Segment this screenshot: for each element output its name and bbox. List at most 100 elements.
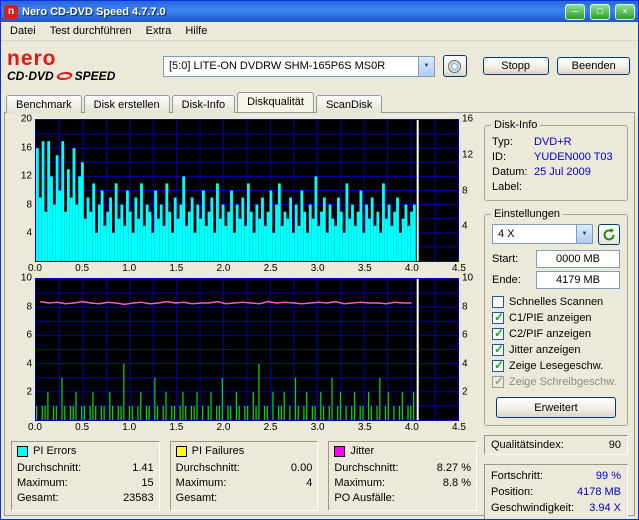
- side-panel: Disk-Info Typ: DVD+R ID: YUDEN000 T03 Datu…: [484, 119, 630, 519]
- maximize-button[interactable]: □: [589, 3, 610, 20]
- refresh-button[interactable]: [598, 224, 620, 245]
- checkbox-jitter[interactable]: Jitter anzeigen: [492, 342, 620, 357]
- header-toolbar: nero CD·DVD SPEED [5:0] LITE-ON DVDRW SH…: [1, 41, 638, 91]
- progress-value: 99 %: [595, 470, 621, 482]
- nero-app-icon: n: [4, 4, 18, 19]
- stat-value: 15: [141, 477, 154, 489]
- pi-failures-swatch-icon: [175, 446, 187, 457]
- stop-button[interactable]: Stopp: [482, 57, 549, 75]
- checkbox-icon: [492, 342, 504, 356]
- axis-tick: 4.5: [452, 422, 466, 433]
- axis-tick: 16: [20, 142, 32, 154]
- start-field[interactable]: 0000 MB: [536, 250, 620, 268]
- stat-label: Gesamt:: [175, 492, 218, 504]
- axis-tick: 0.0: [28, 422, 42, 433]
- start-label: Start:: [492, 253, 519, 265]
- refresh-icon: [603, 227, 615, 240]
- menu-item-hilfe[interactable]: Hilfe: [178, 23, 214, 39]
- checkbox-fast-scan[interactable]: Schnelles Scannen: [492, 295, 620, 309]
- jitter-swatch-icon: [334, 446, 346, 457]
- quit-button[interactable]: Beenden: [556, 57, 630, 75]
- quality-index-value: 90: [608, 439, 621, 451]
- axis-tick: 6: [26, 329, 32, 341]
- disk-date-value: 25 Jul 2009: [534, 166, 591, 178]
- settings-group: Einstellungen 4 X ▼ Start: 0000 MB Ende:…: [484, 208, 628, 426]
- menu-item-datei[interactable]: Datei: [3, 23, 43, 39]
- axis-tick: 8: [462, 185, 468, 196]
- axis-tick: 12: [20, 170, 32, 182]
- disc-icon: [448, 59, 462, 73]
- axis-tick: 2.5: [263, 263, 278, 274]
- axis-tick: 3.5: [357, 263, 372, 274]
- tab-benchmark[interactable]: Benchmark: [6, 95, 82, 113]
- drive-select[interactable]: [5:0] LITE-ON DVDRW SHM-165P6S MS0R ▼: [163, 55, 435, 77]
- close-button[interactable]: ×: [615, 3, 635, 20]
- axis-tick: 2: [26, 386, 32, 398]
- disk-info-group: Disk-Info Typ: DVD+R ID: YUDEN000 T03 Datu…: [484, 119, 628, 201]
- tab-disk-info[interactable]: Disk-Info: [171, 95, 236, 113]
- pif-jitter-chart: [36, 279, 458, 420]
- pi-errors-x-axis: 0.0 0.5 1.0 1.5 2.0 2.5 3.0 3.5 4.0 4.5: [28, 262, 466, 276]
- axis-tick: 8: [26, 301, 32, 313]
- chevron-down-icon[interactable]: ▼: [576, 225, 592, 243]
- checkbox-c1-pie[interactable]: C1/PIE anzeigen: [492, 310, 620, 325]
- checkbox-show-read-speed[interactable]: Zeige Lesegeschw.: [492, 358, 620, 373]
- progress-label: Fortschritt:: [491, 470, 543, 482]
- axis-tick: 4.0: [404, 263, 419, 274]
- titlebar: n Nero CD-DVD Speed 4.7.7.0 ─ □ ×: [1, 1, 638, 22]
- pi-errors-chart-block: 20 16 12 8 4 16 12 8 4 0.0 0.5 1.0 1.5 2.0 2.5 3.0 3.5…: [9, 114, 479, 276]
- advanced-button[interactable]: Erweitert: [495, 397, 617, 418]
- stat-title: PI Errors: [33, 445, 77, 457]
- pif-x-axis: 0.0 0.5 1.0 1.5 2.0 2.5 3.0 3.5 4.0 4.5: [28, 421, 466, 435]
- quality-index-label: Qualitätsindex:: [491, 439, 564, 451]
- pi-failures-stats-box: PI Failures Durchschnitt: 0.00 Maximum: 4 …: [169, 441, 319, 511]
- settings-title: Einstellungen: [491, 208, 564, 220]
- axis-tick: 6: [462, 329, 468, 341]
- axis-tick: 4.0: [404, 422, 419, 433]
- axis-tick: 12: [462, 149, 474, 161]
- menu-item-extra[interactable]: Extra: [139, 23, 179, 39]
- product-wordmark: CD·DVD SPEED: [7, 69, 155, 83]
- axis-tick: 2: [462, 386, 468, 398]
- axis-tick: 3.0: [310, 422, 325, 433]
- tab-disk-erstellen[interactable]: Disk erstellen: [83, 95, 170, 113]
- axis-tick: 10: [20, 272, 32, 284]
- tab-scandisk[interactable]: ScanDisk: [315, 95, 383, 113]
- stat-label: Durchschnitt:: [175, 462, 240, 474]
- stat-label: Gesamt:: [17, 492, 59, 504]
- checkbox-icon: [492, 310, 504, 324]
- stat-label: Durchschnitt:: [334, 462, 399, 474]
- tab-diskqualitaet[interactable]: Diskqualität: [237, 92, 314, 112]
- menu-bar: Datei Test durchführen Extra Hilfe: [1, 22, 638, 41]
- end-field[interactable]: 4179 MB: [536, 271, 620, 289]
- checkbox-c2-pif[interactable]: C2/PIF anzeigen: [492, 326, 620, 341]
- stat-label: Maximum:: [175, 477, 227, 489]
- speed-select-value: 4 X: [498, 228, 515, 240]
- menu-item-test-durchfuehren[interactable]: Test durchführen: [43, 23, 139, 39]
- pi-errors-stats-box: PI Errors Durchschnitt: 1.41 Maximum: 15 G…: [11, 441, 160, 511]
- nero-wordmark: nero: [7, 47, 57, 70]
- axis-tick: 3.0: [310, 263, 325, 274]
- axis-tick: 1.0: [122, 263, 137, 274]
- minimize-button[interactable]: ─: [564, 3, 585, 20]
- checkbox-icon: [492, 358, 504, 372]
- disk-id-value: YUDEN000 T03: [534, 151, 613, 163]
- axis-tick: 0.5: [75, 263, 90, 274]
- pif-jitter-chart-block: 10 8 6 4 2 10 8 6 4 2 0.0 0.5 1.0 1.5 2.0 2.5 3.0 3.5 4.…: [9, 273, 479, 435]
- chevron-down-icon[interactable]: ▼: [418, 56, 434, 76]
- axis-tick: 4: [462, 358, 468, 370]
- stats-row: PI Errors Durchschnitt: 1.41 Maximum: 15 G…: [9, 441, 479, 511]
- stat-value: 23583: [123, 492, 154, 504]
- axis-tick: 2.0: [216, 422, 231, 433]
- speed-select[interactable]: 4 X ▼: [492, 224, 593, 244]
- nero-logo: nero CD·DVD SPEED: [7, 47, 155, 83]
- pi-errors-left-axis: 20 16 12 8 4: [9, 114, 35, 262]
- axis-tick: 10: [462, 272, 474, 284]
- speed-label: Geschwindigkeit:: [491, 502, 575, 514]
- pi-errors-swatch-icon: [17, 446, 28, 457]
- disk-id-label: ID:: [492, 151, 507, 163]
- jitter-stats-box: Jitter Durchschnitt: 8.27 % Maximum: 8.8 %…: [328, 441, 477, 511]
- checkbox-icon: [492, 326, 504, 340]
- app-window: n Nero CD-DVD Speed 4.7.7.0 ─ □ × Datei …: [0, 0, 639, 520]
- eject-disc-button[interactable]: [443, 55, 467, 77]
